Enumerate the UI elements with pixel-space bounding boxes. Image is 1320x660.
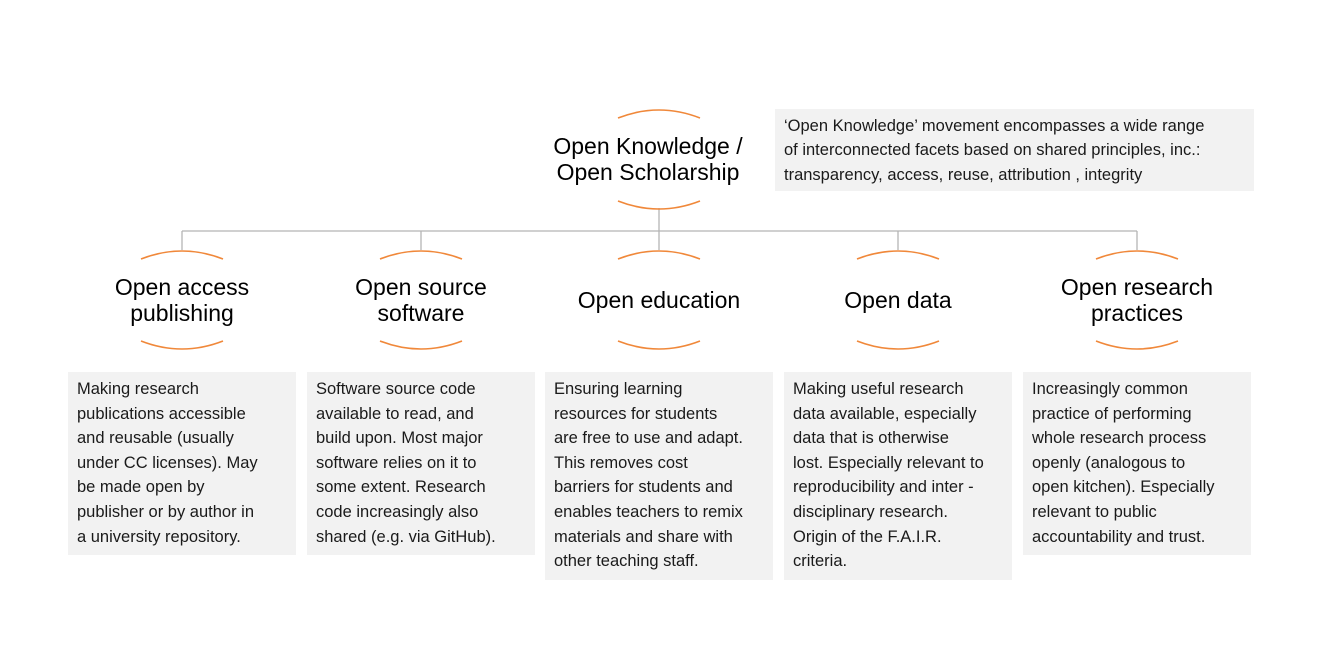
facet-description-line: under CC licenses). May [77,453,258,472]
facet-title: Open data [788,287,1008,313]
root-description-panel: ‘Open Knowledge’ movement encompasses a … [775,109,1254,191]
root-title-line: Open Knowledge / [553,133,743,159]
facet-title: Open source software [311,274,531,326]
facet-description-line: are free to use and adapt. [554,429,743,448]
facet-ring-bottom-arc [617,340,701,350]
root-ring-top-arc [617,109,701,119]
facet-description-line: criteria. [793,552,848,571]
facet-description-line: some extent. Research [316,478,486,497]
facet-title-line: software [377,300,465,326]
facet-description-line: available to read, and [316,404,474,423]
facet-description-line: Ensuring learning [554,380,683,398]
facet-description-line: publications accessible [77,404,246,423]
facet-description-line: data available, especially [793,404,977,423]
root-title-line: Open Scholarship [556,159,740,185]
facet-description-panel: Increasingly common practice of performin… [1023,372,1251,556]
facet-description-panel: Making research publications accessible an… [68,372,296,556]
facet-ring-bottom-arc [379,340,463,350]
facet-title: Open education [549,287,769,313]
facet-ring-top-arc [617,250,701,260]
facet-description-line: resources for students [554,404,718,423]
root-description-line: transparency, access, reuse, attribution… [784,165,1143,184]
root-ring-bottom-arc [617,200,701,210]
facet-description-line: code increasingly also [316,502,479,521]
facet-title-line: publishing [130,300,234,326]
facet-description-line: enables teachers to remix [554,502,743,521]
facet-ring-bottom-arc [856,340,940,350]
facet-description-line: shared (e.g. via GitHub). [316,527,496,546]
facet-description-line: disciplinary research. [793,502,948,521]
facet-ring-top-arc [379,250,463,260]
facet-title-line: Open education [577,287,741,313]
facet-description-panel: Ensuring learning resources for students a… [545,372,773,580]
facet-description-line: lost. Especially relevant to [793,453,984,472]
facet-title-line: Open data [844,287,952,313]
facet-ring-bottom-arc [140,340,224,350]
facet-description-line: Increasingly common [1032,380,1188,398]
facet-description-line: Making research [77,380,199,398]
facet-description-line: Software source code [316,380,476,398]
facet-description-line: Origin of the F.A.I.R. [793,527,942,546]
facet-description-line: other teaching staff. [554,552,699,571]
facet-title-line: Open research [1060,274,1214,300]
facet-description-line: software relies on it to [316,453,477,472]
facet-description-line: reproducibility and inter - [793,478,974,497]
root-node-title: Open Knowledge / Open Scholarship [528,133,768,185]
facet-description-line: open kitchen). Especially [1032,478,1215,497]
facet-description-line: data that is otherwise [793,429,949,448]
facet-description-line: a university repository. [77,527,241,546]
facet-ring-top-arc [140,250,224,260]
facet-description-line: accountability and trust. [1032,527,1206,546]
facet-description-line: materials and share with [554,527,733,546]
facet-description-panel: Software source code available to read, a… [307,372,535,556]
root-description-line: of interconnected facets based on shared… [784,141,1201,160]
facet-description-line: and reusable (usually [77,429,234,448]
facet-description-line: barriers for students and [554,478,733,497]
facet-title-line: practices [1090,300,1184,326]
facet-title: Open research practices [1027,274,1247,326]
facet-title-line: Open source [355,274,487,300]
facet-description-line: whole research process [1032,429,1207,448]
facet-description-line: be made open by [77,478,205,497]
facet-description-line: openly (analogous to [1032,453,1186,472]
root-description-line: ‘Open Knowledge’ movement encompasses a … [784,117,1205,135]
facet-ring-bottom-arc [1095,340,1179,350]
facet-ring-top-arc [1095,250,1179,260]
facet-title-line: Open access [114,274,250,300]
facet-ring-top-arc [856,250,940,260]
facet-description-panel: Making useful research data available, es… [784,372,1012,580]
facet-description-line: practice of performing [1032,404,1192,423]
facet-description-line: Making useful research [793,380,964,398]
facet-title: Open access publishing [72,274,292,326]
facet-description-line: build upon. Most major [316,429,483,448]
facet-description-line: This removes cost [554,453,688,472]
facet-description-line: publisher or by author in [77,502,255,521]
facet-description-line: relevant to public [1032,502,1157,521]
